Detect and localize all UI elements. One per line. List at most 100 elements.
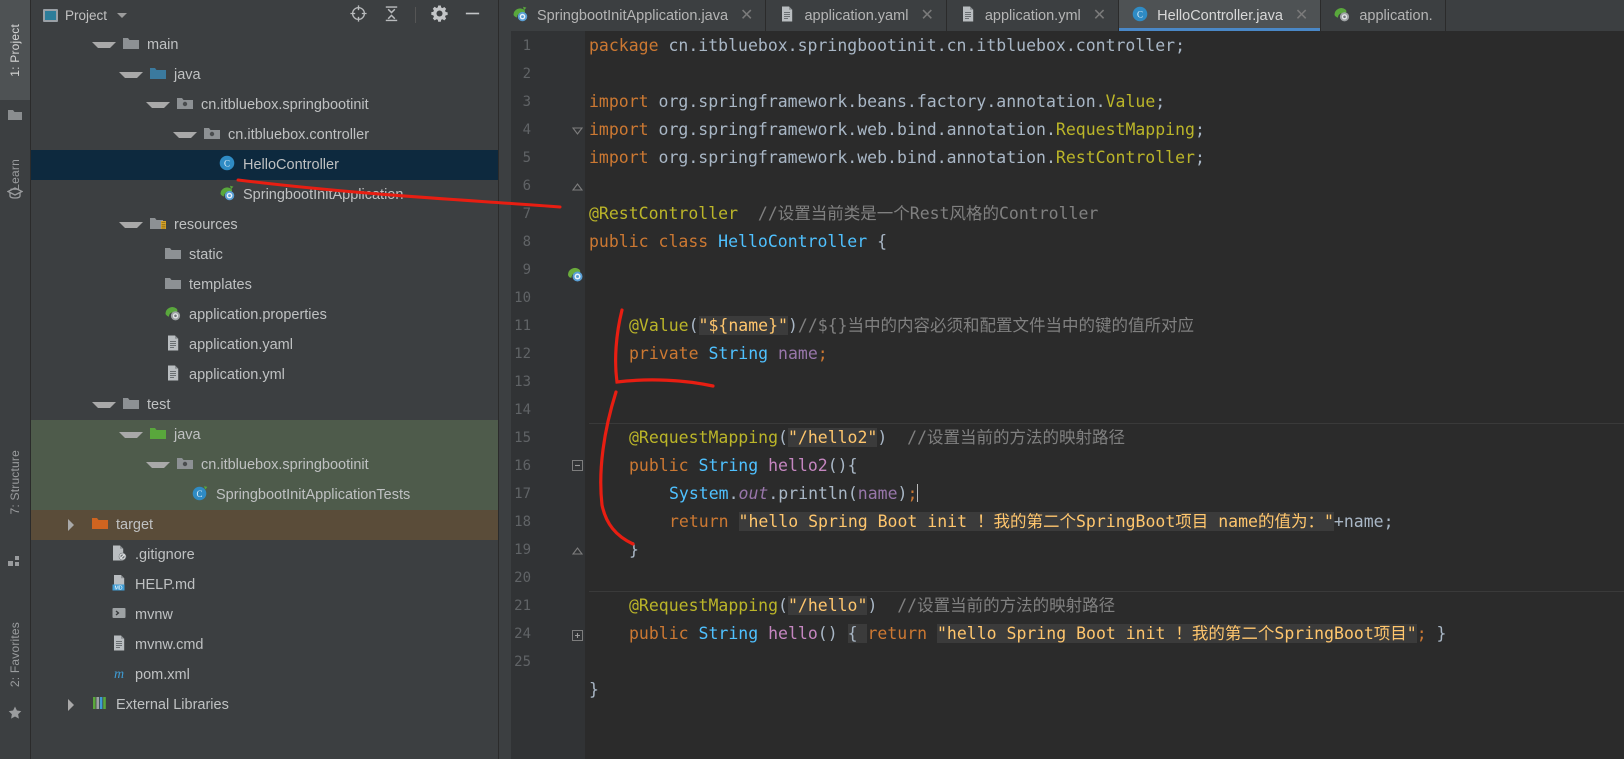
project-panel-toolbar: [349, 4, 492, 26]
tree-row[interactable]: m pom.xml: [31, 660, 498, 690]
tree-row[interactable]: templates: [31, 270, 498, 300]
method-println: println: [778, 484, 848, 503]
tree-row-label: cn.itbluebox.springbootinit: [201, 97, 369, 113]
dot-16b: .: [768, 484, 779, 503]
fold-marker-method-hello2-end[interactable]: [571, 545, 584, 558]
keyword-private: private: [629, 344, 699, 363]
chevron-down-icon[interactable]: [146, 102, 170, 108]
tree-row[interactable]: C SpringbootInitApplicationTests: [31, 480, 498, 510]
line-number: 13: [514, 374, 531, 390]
tree-row-label: mvnw: [135, 607, 173, 623]
tree-row[interactable]: cn.itbluebox.springbootinit: [31, 450, 498, 480]
file-doc: [959, 5, 977, 27]
fold-marker-method-hello2[interactable]: [571, 459, 584, 472]
svg-text:C: C: [224, 159, 230, 169]
editor-tab[interactable]: application.: [1321, 0, 1446, 31]
tree-row[interactable]: External Libraries: [31, 690, 498, 720]
space-21: [689, 624, 699, 643]
tree-row[interactable]: C HelloController: [31, 150, 498, 180]
tree-row-label: mvnw.cmd: [135, 637, 204, 653]
tree-row[interactable]: application.yaml: [31, 330, 498, 360]
editor-tab-label: application.: [1359, 7, 1433, 24]
chevron-down-icon[interactable]: [92, 42, 116, 48]
sidebar-item-structure[interactable]: 7: Structure: [0, 420, 30, 545]
spring-leaf: [164, 304, 182, 326]
tree-row[interactable]: mvnw.cmd: [31, 630, 498, 660]
chevron-down-icon[interactable]: [117, 12, 128, 18]
code-line-25: }: [589, 675, 1624, 705]
close-icon[interactable]: ✕: [1093, 7, 1106, 24]
chevron-down-icon[interactable]: [173, 132, 197, 138]
dot-16a: .: [728, 484, 739, 503]
tree-row-label: External Libraries: [116, 697, 229, 713]
paren-open-16: (: [847, 484, 858, 503]
code-line-11: @Value("${name}")//${}当中的内容必须和配置文件当中的键的值…: [589, 311, 1624, 341]
editor-tab[interactable]: application.yml ✕: [947, 0, 1120, 31]
tree-row[interactable]: main: [31, 30, 498, 60]
method-parens-15: (){: [827, 456, 858, 475]
sidebar-item-favorites-label: 2: Favorites: [8, 622, 22, 688]
spring-bean-gutter-icon[interactable]: [565, 264, 585, 287]
fold-marker-method-hello[interactable]: [571, 629, 584, 642]
tree-row[interactable]: target: [31, 510, 498, 540]
fold-marker-import-end[interactable]: [571, 181, 584, 194]
semicolon-16: ;: [907, 484, 918, 503]
close-icon[interactable]: ✕: [1295, 7, 1308, 24]
editor-tab[interactable]: application.yaml ✕: [766, 0, 947, 31]
locate-icon[interactable]: [349, 4, 368, 26]
fold-marker-import-start[interactable]: [571, 125, 584, 138]
chevron-right-icon[interactable]: [68, 519, 81, 531]
tree-row[interactable]: java: [31, 60, 498, 90]
chevron-down-icon[interactable]: [92, 402, 116, 408]
tree-row[interactable]: MD HELP.md: [31, 570, 498, 600]
folded-brace-21[interactable]: {: [847, 624, 868, 643]
tree-row[interactable]: java: [31, 420, 498, 450]
package-gray: [176, 94, 194, 116]
string-hello2-message: "hello Spring Boot init ！我的第二个SpringBoot…: [738, 512, 1334, 531]
chevron-right-icon[interactable]: [68, 699, 81, 711]
keyword-return-21: return: [867, 624, 928, 643]
tree-row[interactable]: test: [31, 390, 498, 420]
learn-icon: [0, 178, 30, 208]
tree-row[interactable]: cn.itbluebox.springbootinit: [31, 90, 498, 120]
sidebar-item-favorites[interactable]: 2: Favorites: [0, 600, 30, 710]
editor-tab-bar[interactable]: SpringbootInitApplication.java ✕ applicati…: [499, 0, 1624, 31]
tree-row-label: static: [189, 247, 223, 263]
editor-gutter[interactable]: 1 2 3 4 5 6 7 8 9 10 11 12 13 14 15 16 17 18 19 20 21 24 25: [499, 31, 585, 759]
tree-row[interactable]: resources: [31, 210, 498, 240]
svg-text:m: m: [114, 667, 124, 682]
chevron-down-icon[interactable]: [119, 432, 143, 438]
collapse-all-icon[interactable]: [382, 4, 401, 26]
editor-area: SpringbootInitApplication.java ✕ applicati…: [499, 0, 1624, 759]
chevron-down-icon[interactable]: [119, 222, 143, 228]
project-title-dropdown[interactable]: Project: [43, 8, 128, 23]
editor-tab[interactable]: C HelloController.java ✕: [1119, 0, 1322, 31]
close-icon[interactable]: ✕: [920, 7, 933, 24]
chevron-down-icon[interactable]: [146, 462, 170, 468]
line-number: 17: [514, 486, 531, 502]
tree-row[interactable]: application.properties: [31, 300, 498, 330]
project-tool-window: Project main java cn.itbluebox.springboo…: [31, 0, 499, 759]
tree-row[interactable]: SpringbootInitApplication: [31, 180, 498, 210]
line-number: 3: [522, 94, 531, 110]
package-gray: [203, 124, 221, 146]
spring-class: [218, 184, 236, 206]
editor-tab[interactable]: SpringbootInitApplication.java ✕: [499, 0, 767, 31]
tree-row[interactable]: .gitignore: [31, 540, 498, 570]
semicolon-12: ;: [817, 344, 828, 363]
keyword-public-class: public class: [589, 232, 709, 251]
sidebar-item-project[interactable]: 1: Project: [0, 0, 30, 100]
code-editor[interactable]: 1 2 3 4 5 6 7 8 9 10 11 12 13 14 15 16 17 18 19 20 21 24 25: [499, 31, 1624, 759]
tree-row-label: main: [147, 37, 179, 53]
tree-row[interactable]: static: [31, 240, 498, 270]
tree-row[interactable]: mvnw: [31, 600, 498, 630]
tree-row[interactable]: application.yml: [31, 360, 498, 390]
close-icon[interactable]: ✕: [740, 7, 753, 24]
gear-icon[interactable]: [430, 4, 449, 26]
shell-icon: [110, 604, 128, 626]
line-number: 18: [514, 514, 531, 530]
minimize-icon[interactable]: [463, 4, 482, 26]
project-tree[interactable]: main java cn.itbluebox.springbootinit cn.it…: [31, 30, 498, 759]
tree-row[interactable]: cn.itbluebox.controller: [31, 120, 498, 150]
chevron-down-icon[interactable]: [119, 72, 143, 78]
